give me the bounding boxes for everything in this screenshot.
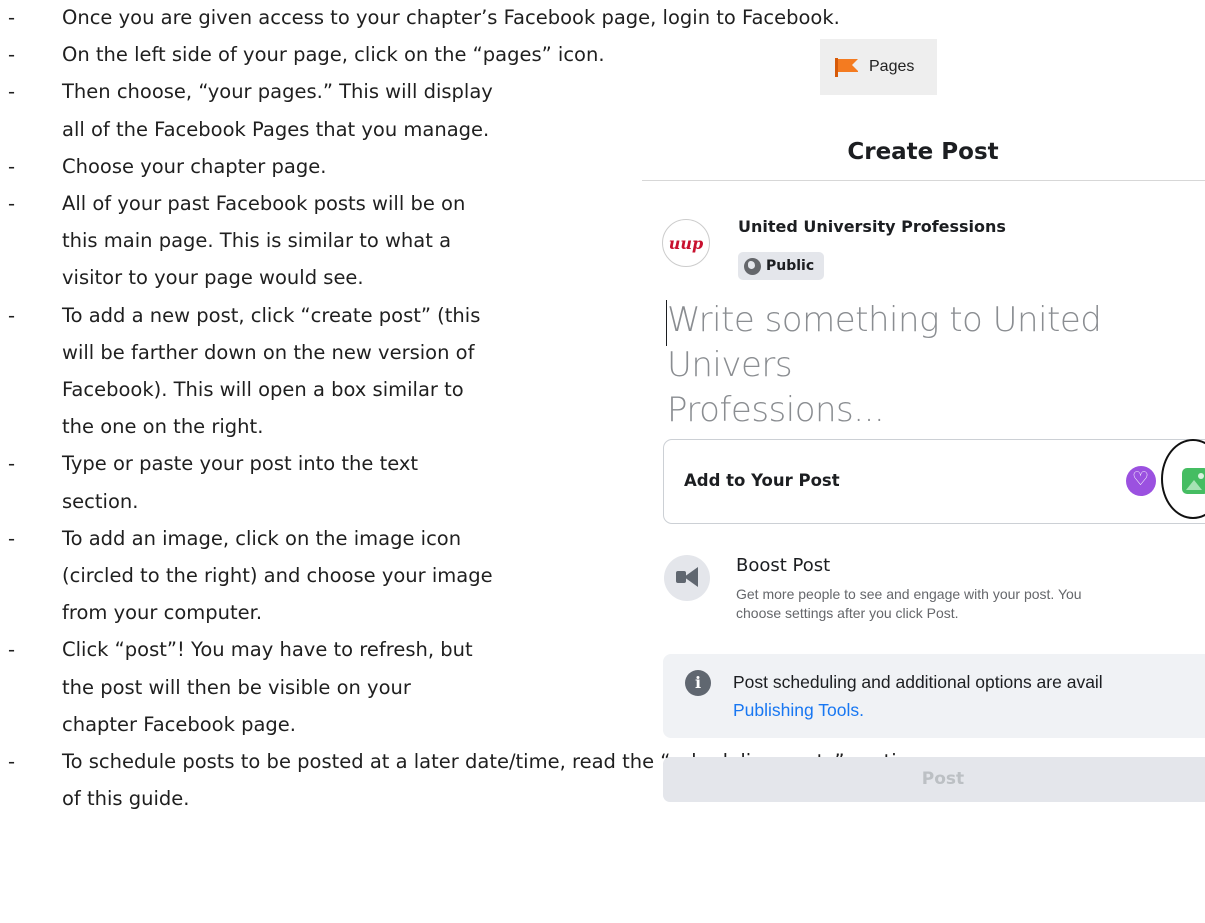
instruction-item: - On the left side of your page, click on…	[0, 40, 1205, 77]
boost-desc-line-1: Get more people to see and engage with y…	[736, 586, 1082, 602]
post-button[interactable]: Post	[663, 757, 1205, 802]
add-to-post-bar: Add to Your Post	[663, 439, 1205, 524]
instruction-text: Once you are given access to your chapte…	[62, 6, 840, 29]
instruction-text: All of your past Facebook posts will be …	[62, 192, 466, 215]
bullet-dash: -	[8, 192, 16, 215]
boost-post-title[interactable]: Boost Post	[736, 555, 830, 576]
instruction-text: will be farther down on the new version …	[62, 340, 475, 364]
post-text-area[interactable]: Write something to United Univers Profes…	[667, 298, 1205, 433]
instruction-text: the one on the right.	[62, 415, 264, 439]
pages-button-image: Pages	[820, 39, 937, 95]
boost-desc-line-2: choose settings after you click Post.	[736, 605, 959, 621]
bullet-dash: -	[8, 750, 16, 773]
audience-label: Public	[766, 258, 815, 274]
instruction-text: this main page. This is similar to what …	[62, 229, 452, 253]
placeholder-line-1: Write something to United Univers	[667, 300, 1102, 385]
page-avatar: uup	[662, 219, 710, 267]
instruction-text: Choose your chapter page.	[62, 154, 327, 178]
instruction-text: To add an image, click on the image icon	[62, 526, 462, 550]
info-icon: i	[685, 670, 711, 696]
title-divider	[642, 180, 1205, 181]
instruction-text: On the left side of your page, click on …	[62, 43, 605, 67]
bullet-dash: -	[8, 43, 16, 67]
boost-post-description: Get more people to see and engage with y…	[736, 585, 1205, 623]
info-text: Post scheduling and additional options a…	[733, 668, 1203, 724]
create-post-dialog: Create Post uup United University Profes…	[642, 117, 1205, 802]
instruction-item: - Once you are given access to your chapt…	[0, 3, 1205, 40]
instruction-text: section.	[62, 489, 139, 513]
info-text-line: Post scheduling and additional options a…	[733, 672, 1103, 692]
bullet-dash: -	[8, 303, 16, 327]
flag-icon	[835, 58, 861, 77]
bullet-dash: -	[8, 526, 16, 550]
bullet-dash: -	[8, 6, 16, 29]
bullet-dash: -	[8, 638, 16, 662]
instruction-text: chapter Facebook page.	[62, 712, 296, 736]
instruction-text: Type or paste your post into the text	[62, 452, 419, 476]
scheduling-info-box: i Post scheduling and additional options…	[663, 654, 1205, 738]
bullet-dash: -	[8, 452, 16, 476]
page-name: United University Professions	[738, 217, 1006, 236]
instruction-text: visitor to your page would see.	[62, 266, 364, 290]
instruction-text: Facebook). This will open a box similar …	[62, 377, 464, 401]
add-to-post-label: Add to Your Post	[684, 471, 840, 490]
placeholder-line-2: Professions...	[667, 390, 885, 430]
bullet-dash: -	[8, 154, 16, 178]
instruction-text: of this guide.	[62, 787, 190, 811]
bullet-dash: -	[8, 80, 16, 104]
dialog-title: Create Post	[847, 139, 999, 165]
instruction-text: from your computer.	[62, 601, 263, 625]
instruction-text: Then choose, “your pages.” This will dis…	[62, 80, 493, 104]
audience-selector[interactable]: Public	[738, 252, 825, 280]
pages-label: Pages	[869, 58, 915, 75]
globe-icon	[744, 257, 761, 275]
instruction-text: all of the Facebook Pages that you manag…	[62, 117, 490, 141]
megaphone-icon	[664, 555, 710, 601]
instruction-text: (circled to the right) and choose your i…	[62, 563, 493, 587]
publishing-tools-link[interactable]: Publishing Tools.	[733, 696, 1203, 724]
instruction-text: the post will then be visible on your	[62, 675, 411, 699]
instruction-text: To add a new post, click “create post” (…	[62, 303, 481, 327]
instruction-text: Click “post”! You may have to refresh, b…	[62, 638, 473, 662]
feeling-icon[interactable]	[1126, 466, 1156, 496]
